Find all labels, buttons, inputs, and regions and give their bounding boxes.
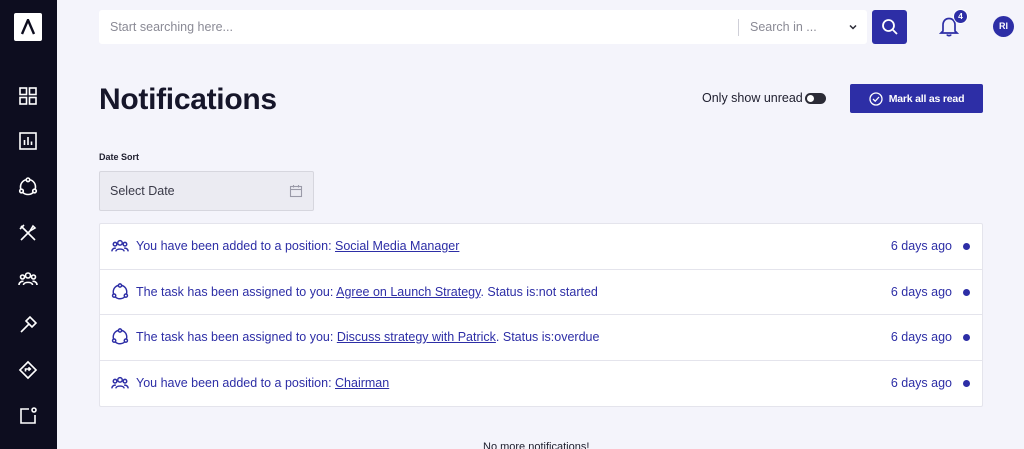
sidebar-item-people[interactable]: [17, 268, 39, 290]
toggle-knob: [807, 95, 814, 102]
end-of-list-message: No more notifications!: [483, 441, 590, 449]
people-group-icon: [111, 239, 129, 252]
notification-prefix: The task has been assigned to you:: [136, 330, 337, 344]
only-unread-label: Only show unread: [702, 91, 803, 105]
people-group-icon: [111, 376, 129, 389]
task-cycle-icon: [18, 177, 38, 196]
notification-time: 6 days ago: [890, 330, 952, 344]
date-sort-label: Date Sort: [99, 152, 140, 162]
search-divider: [738, 19, 739, 36]
notification-message: You have been added to a position: Socia…: [136, 224, 459, 269]
check-circle-icon: [869, 91, 883, 106]
task-cycle-icon: [111, 282, 129, 299]
date-picker-placeholder: Select Date: [110, 184, 175, 198]
logo-mark-icon: [20, 19, 36, 35]
notification-row[interactable]: The task has been assigned to you: Agree…: [100, 270, 982, 315]
sidebar: [0, 0, 57, 449]
notification-prefix: You have been added to a position:: [136, 239, 336, 253]
search-scope-select[interactable]: Search in ...: [750, 10, 817, 44]
sidebar-item-reports[interactable]: [17, 130, 39, 152]
dashboard-grid-icon: [19, 87, 37, 105]
notification-time: 6 days ago: [890, 284, 952, 299]
notification-count-badge: 4: [953, 9, 968, 24]
page-title: Notifications: [99, 83, 277, 116]
calendar-icon: [289, 185, 303, 198]
search-bar: Search in ...: [99, 10, 867, 44]
notification-link[interactable]: Agree on Launch Strategy: [336, 285, 480, 299]
search-input[interactable]: [99, 10, 737, 44]
date-sort-picker[interactable]: Select Date: [99, 171, 314, 211]
notification-link[interactable]: Chairman: [335, 376, 389, 390]
search-icon: [881, 19, 898, 35]
notification-message: You have been added to a position: Chair…: [136, 361, 389, 406]
people-group-icon: [18, 272, 38, 286]
notification-message: The task has been assigned to you: Discu…: [136, 315, 599, 360]
sidebar-item-tasks[interactable]: [17, 176, 39, 198]
notification-prefix: You have been added to a position:: [136, 375, 336, 390]
tools-icon: [19, 224, 37, 241]
hammer-icon: [20, 315, 38, 333]
notification-message: The task has been assigned to you: Agree…: [136, 270, 598, 315]
search-button[interactable]: [872, 10, 907, 44]
only-unread-toggle[interactable]: [805, 93, 826, 104]
notification-prefix: The task has been assigned to you:: [136, 284, 337, 299]
notification-suffix: . Status is:not started: [480, 284, 598, 299]
notification-row[interactable]: The task has been assigned to you: Discu…: [100, 315, 982, 361]
sidebar-item-dashboard[interactable]: [17, 85, 39, 107]
sidebar-item-notifications[interactable]: [17, 405, 39, 427]
notification-time: 6 days ago: [890, 375, 952, 390]
notification-list: You have been added to a position: Socia…: [99, 223, 983, 407]
direction-sign-icon: [18, 360, 38, 380]
notification-link[interactable]: Discuss strategy with Patrick: [337, 330, 496, 344]
unread-dot: [963, 334, 970, 341]
notification-link[interactable]: Social Media Manager: [335, 239, 459, 253]
notification-suffix: . Status is:overdue: [495, 330, 600, 344]
user-avatar[interactable]: RI: [993, 16, 1014, 37]
mark-all-read-button[interactable]: Mark all as read: [850, 84, 983, 113]
app-logo[interactable]: [14, 13, 42, 41]
notification-row[interactable]: You have been added to a position: Socia…: [100, 224, 982, 270]
sidebar-item-tools[interactable]: [17, 222, 39, 244]
notification-row[interactable]: You have been added to a position: Chair…: [100, 361, 982, 407]
unread-dot: [963, 243, 970, 250]
chevron-down-icon[interactable]: [847, 21, 859, 33]
mark-all-read-label: Mark all as read: [888, 92, 965, 105]
notification-time: 6 days ago: [890, 239, 952, 253]
unread-dot: [963, 379, 970, 387]
sidebar-item-directions[interactable]: [17, 359, 39, 381]
sidebar-item-build[interactable]: [17, 314, 39, 336]
bar-chart-icon: [19, 132, 37, 150]
task-cycle-icon: [111, 328, 129, 345]
notification-square-icon: [20, 407, 37, 424]
unread-dot: [963, 288, 970, 296]
